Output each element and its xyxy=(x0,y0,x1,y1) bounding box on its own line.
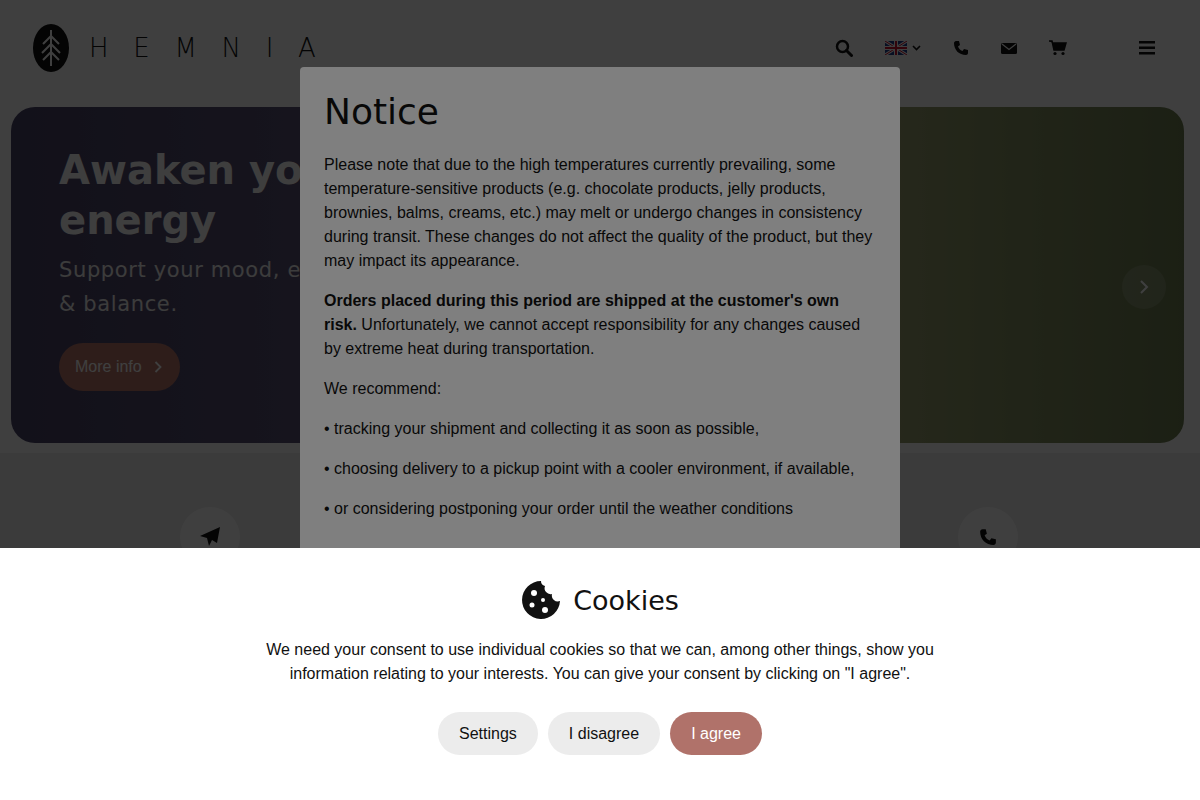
cookie-button[interactable]: I agree xyxy=(670,712,762,755)
cookie-banner: Cookies We need your consent to use indi… xyxy=(0,548,1200,800)
cookie-buttons: SettingsI disagreeI agree xyxy=(438,712,762,755)
cookie-button[interactable]: I disagree xyxy=(548,712,660,755)
cookie-icon xyxy=(521,580,561,620)
cookie-title: Cookies xyxy=(573,585,679,616)
cookie-heading: Cookies xyxy=(521,580,679,620)
cookie-text: We need your consent to use individual c… xyxy=(250,638,950,686)
cookie-button[interactable]: Settings xyxy=(438,712,538,755)
